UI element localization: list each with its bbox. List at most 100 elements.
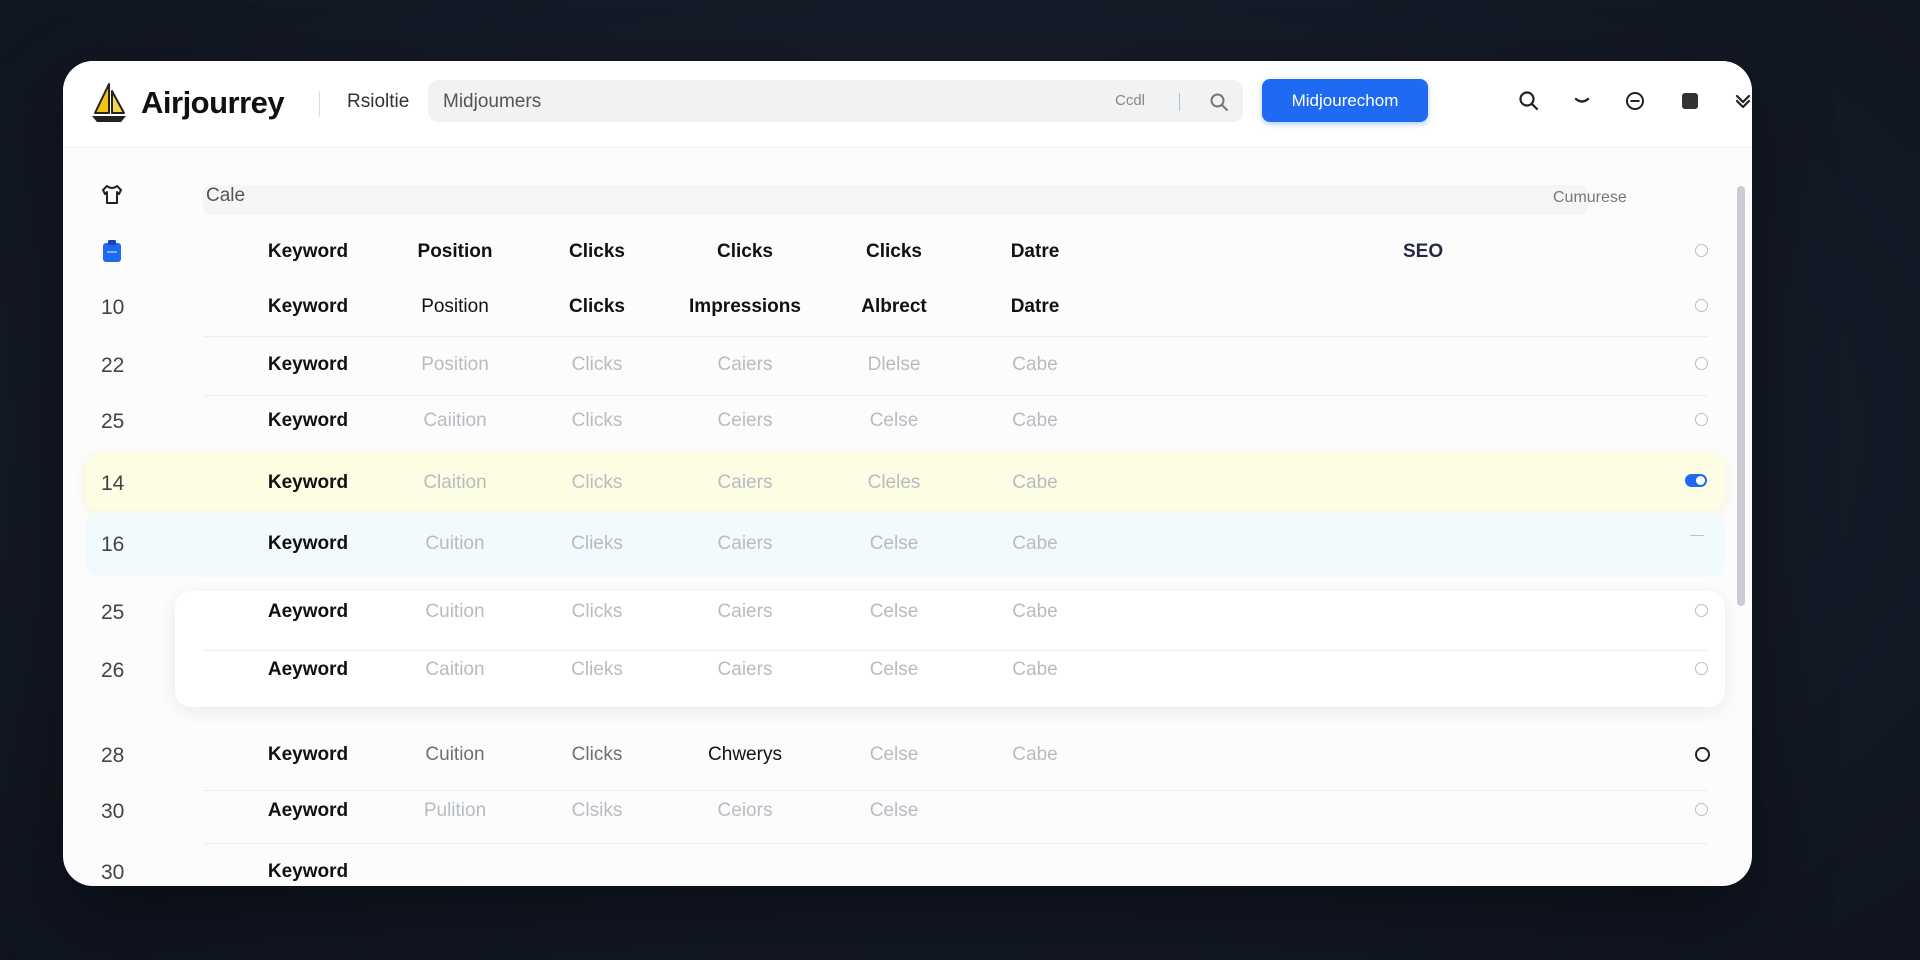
- column-header-clicks[interactable]: Clicks: [569, 241, 625, 263]
- nav-link[interactable]: Rsioltie: [347, 91, 409, 113]
- table-cell: Albrect: [861, 296, 927, 317]
- row-number: 28: [101, 744, 125, 767]
- row-number: 25: [101, 601, 125, 624]
- table-cell: Keyword: [267, 296, 349, 317]
- filter-input[interactable]: Cale: [206, 185, 245, 207]
- table-cell: Celse: [869, 601, 919, 622]
- table-cell: Clicks: [571, 601, 623, 622]
- search-icon[interactable]: [1516, 88, 1542, 114]
- table-cell: Cleles: [867, 472, 921, 493]
- row-radio[interactable]: [1695, 299, 1708, 312]
- row-radio[interactable]: [1695, 803, 1708, 816]
- row-toggle[interactable]: [1685, 474, 1707, 487]
- table-cell: Cuition: [425, 744, 485, 765]
- table-cell: Cabe: [1012, 472, 1058, 493]
- search-divider: [1179, 93, 1180, 111]
- table-cell: Clieks: [571, 533, 623, 554]
- table-cell: Cabe: [1012, 533, 1058, 554]
- square-icon[interactable]: [1677, 88, 1703, 114]
- table-cell: Clicks: [571, 354, 623, 375]
- filter-bar[interactable]: [203, 185, 1588, 215]
- column-header-keyword[interactable]: Keyword: [268, 241, 348, 263]
- app-window: Airjourrey Rsioltie Midjoumers Ccdl Midj…: [63, 61, 1752, 886]
- search-icon[interactable]: [1208, 91, 1230, 113]
- table-cell: Caiers: [717, 354, 773, 375]
- table-cell: Cabe: [1012, 744, 1058, 765]
- column-header-clicks[interactable]: Clicks: [717, 241, 773, 263]
- table-cell: Celse: [869, 744, 919, 765]
- table-cell: Caiers: [717, 659, 773, 680]
- shirt-icon[interactable]: [98, 181, 126, 209]
- table-cell: Claition: [423, 472, 487, 493]
- table-cell: Celse: [869, 533, 919, 554]
- table-cell: Cabe: [1012, 659, 1058, 680]
- vertical-scrollbar[interactable]: [1737, 186, 1745, 606]
- table-cell: Ceiors: [717, 800, 773, 821]
- row-number: 14: [101, 472, 125, 495]
- column-header-date[interactable]: Datre: [1011, 241, 1060, 263]
- row-divider: [203, 395, 1708, 396]
- double-chevron-down-icon[interactable]: [1730, 88, 1752, 114]
- table-cell: Keyword: [267, 354, 349, 375]
- table-cell: Dlelse: [867, 354, 921, 375]
- table-cell: Clicks: [571, 744, 623, 765]
- table-cell: Caiers: [717, 601, 773, 622]
- clipboard-icon[interactable]: [98, 237, 126, 265]
- column-header-clicks[interactable]: Clicks: [866, 241, 922, 263]
- row-divider: [203, 336, 1708, 337]
- sailboat-logo-icon: [92, 83, 126, 122]
- table-cell: Keyword: [267, 472, 349, 493]
- row-group-card: [175, 591, 1725, 707]
- table-cell: Keyword: [267, 533, 349, 554]
- row-radio[interactable]: [1695, 413, 1708, 426]
- row-divider: [203, 790, 1708, 791]
- minus-circle-icon[interactable]: [1622, 88, 1648, 114]
- table-cell: Caiers: [717, 472, 773, 493]
- row-radio[interactable]: [1695, 244, 1708, 257]
- table-cell: Clicks: [571, 410, 623, 431]
- search-input[interactable]: Midjoumers: [443, 91, 541, 113]
- table-cell: Impressions: [689, 296, 801, 317]
- row-divider: [203, 843, 1708, 844]
- table-cell: Celse: [869, 410, 919, 431]
- row-radio[interactable]: [1695, 747, 1710, 762]
- brand-name: Airjourrey: [141, 85, 285, 120]
- row-number: 10: [101, 296, 125, 319]
- table-cell: Position: [421, 296, 489, 317]
- table-cell: Cabe: [1012, 410, 1058, 431]
- row-number: 30: [101, 861, 125, 884]
- table-cell: Clicks: [571, 472, 623, 493]
- row-number: 26: [101, 659, 125, 682]
- table-cell: Clicks: [569, 296, 625, 317]
- divider: [319, 91, 320, 117]
- row-radio[interactable]: [1695, 357, 1708, 370]
- top-bar: Airjourrey Rsioltie Midjoumers Ccdl Midj…: [63, 61, 1752, 148]
- table-cell: Ceiers: [717, 410, 773, 431]
- row-number: 22: [101, 354, 125, 377]
- row-radio[interactable]: [1695, 662, 1708, 675]
- filter-option[interactable]: Cumurese: [1553, 189, 1627, 207]
- row-number: 30: [101, 800, 125, 823]
- table-cell: Cuition: [425, 601, 485, 622]
- table-cell: Clsiks: [571, 800, 623, 821]
- row-radio[interactable]: [1695, 604, 1708, 617]
- table-cell: Cabe: [1012, 601, 1058, 622]
- table-cell: Aeyword: [267, 659, 349, 680]
- table-cell: Clieks: [571, 659, 623, 680]
- seo-column-label: SEO: [1403, 241, 1444, 262]
- table-cell: Pulition: [423, 800, 487, 821]
- row-number: 16: [101, 533, 125, 556]
- table-cell: Caiition: [423, 410, 487, 431]
- row-divider: [203, 650, 1708, 651]
- table-cell: Aeyword: [267, 800, 349, 821]
- table-cell: Celse: [869, 800, 919, 821]
- primary-action-button[interactable]: Midjourechom: [1262, 79, 1428, 122]
- table-cell: Chwerys: [708, 744, 782, 765]
- column-header-position[interactable]: Position: [418, 241, 493, 263]
- table-cell: Keyword: [267, 861, 349, 882]
- table-cell: Caition: [425, 659, 485, 680]
- search-shortcut-hint: Ccdl: [1115, 92, 1146, 109]
- table-cell: Datre: [1010, 296, 1060, 317]
- table-cell: Caiers: [717, 533, 773, 554]
- chevron-down-icon[interactable]: [1569, 88, 1595, 114]
